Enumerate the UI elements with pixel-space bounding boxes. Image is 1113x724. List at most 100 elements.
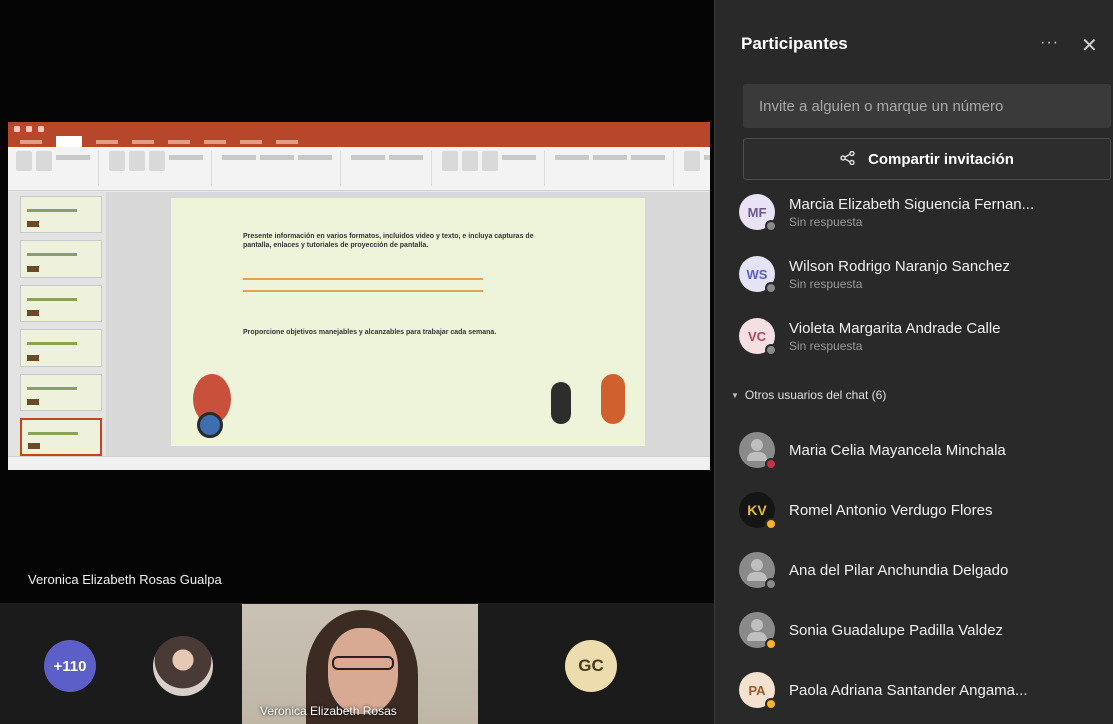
chat-user-row[interactable]: Ana del Pilar Anchundia Delgado — [739, 542, 1111, 598]
invite-input[interactable] — [759, 97, 1095, 115]
participant-name: Romel Antonio Verdugo Flores — [789, 501, 993, 519]
slide-thumbnail — [20, 284, 102, 323]
chat-user-row[interactable]: Sonia Guadalupe Padilla Valdez — [739, 602, 1111, 658]
slide-thumbnail-selected — [20, 418, 102, 457]
slide-canvas: Presente información en varios formatos,… — [106, 192, 710, 456]
slide-thumbnail — [20, 373, 102, 412]
status-indicator — [765, 638, 777, 650]
participant-name: Maria Celia Mayancela Minchala — [789, 441, 1006, 459]
participant-avatar[interactable] — [153, 636, 213, 696]
participant-info: Violeta Margarita Andrade Calle Sin resp… — [789, 320, 1001, 353]
avatar: WS — [739, 256, 777, 294]
participant-info: Ana del Pilar Anchundia Delgado — [789, 562, 1008, 579]
participant-name: Violeta Margarita Andrade Calle — [789, 319, 1001, 337]
avatar-initials: MF — [747, 204, 767, 220]
app-icon — [14, 126, 20, 132]
participant-info: Maria Celia Mayancela Minchala — [789, 442, 1006, 459]
presenter-name-label: Veronica Elizabeth Rosas Gualpa — [28, 572, 222, 587]
powerpoint-statusbar — [8, 456, 710, 470]
ribbon-tab — [20, 140, 42, 144]
section-label: Otros usuarios del chat (6) — [744, 388, 887, 402]
chevron-down-icon: ▼ — [731, 390, 739, 400]
avatar-initials: PA — [748, 682, 766, 698]
more-participants-badge[interactable]: +110 — [44, 640, 96, 692]
participant-initials-badge[interactable]: GC — [565, 640, 617, 692]
avatar-initials: KV — [747, 502, 767, 518]
ribbon-tabs — [8, 136, 710, 147]
video-person-face — [328, 628, 398, 714]
avatar: KV — [739, 492, 777, 530]
ribbon-tab — [168, 140, 190, 144]
participant-name: Sonia Guadalupe Padilla Valdez — [789, 621, 1004, 639]
ribbon-tab — [276, 140, 298, 144]
ribbon-tab-active — [56, 136, 82, 147]
ribbon-tab — [240, 140, 262, 144]
participant-info: Wilson Rodrigo Naranjo Sanchez Sin respu… — [789, 258, 1010, 291]
slide-thumbnail — [20, 196, 102, 234]
ribbon-group — [442, 151, 545, 186]
shared-screen: Presente información en varios formatos,… — [8, 122, 710, 470]
kid-illustration-right — [601, 374, 625, 424]
participant-name: Paola Adriana Santander Angama... — [789, 681, 1028, 699]
status-indicator — [765, 344, 777, 356]
powerpoint-titlebar — [8, 122, 710, 136]
ribbon-tab — [96, 140, 118, 144]
avatar — [739, 612, 777, 650]
ribbon-tab — [204, 140, 226, 144]
participant-name: Wilson Rodrigo Naranjo Sanchez — [789, 257, 1010, 275]
participant-name: Marcia Elizabeth Siguencia Fernan... — [789, 195, 1035, 213]
chat-user-row[interactable]: PA Paola Adriana Santander Angama... — [739, 662, 1111, 718]
status-indicator — [765, 282, 777, 294]
status-indicator — [765, 458, 777, 470]
slide-thumbnail — [20, 329, 102, 367]
ribbon-group — [351, 151, 432, 186]
ribbon-group — [109, 151, 212, 186]
participant-row[interactable]: WS Wilson Rodrigo Naranjo Sanchez Sin re… — [739, 246, 1111, 302]
video-person-glasses — [332, 656, 394, 670]
save-icon — [26, 126, 32, 132]
slide-bullet-2: Proporcione objetivos manejables y alcan… — [243, 329, 497, 336]
share-icon — [840, 150, 856, 168]
participant-status: Sin respuesta — [789, 338, 863, 353]
share-invitation-button[interactable]: Compartir invitación — [743, 138, 1111, 180]
status-indicator — [765, 578, 777, 590]
wheel-illustration — [197, 412, 223, 438]
share-invitation-label: Compartir invitación — [868, 150, 1014, 168]
avatar: VC — [739, 318, 777, 356]
status-indicator — [765, 220, 777, 232]
avatar: MF — [739, 194, 777, 232]
participant-info: Romel Antonio Verdugo Flores — [789, 502, 992, 519]
undo-icon — [38, 126, 44, 132]
chat-user-row[interactable]: Maria Celia Mayancela Minchala — [739, 422, 1111, 478]
close-icon[interactable]: ✕ — [1081, 33, 1098, 58]
status-indicator — [765, 698, 777, 710]
slide-bullet-1: Presente información en varios formatos,… — [243, 233, 534, 249]
more-options-icon[interactable]: ··· — [1040, 34, 1059, 52]
participant-status: Sin respuesta — [789, 214, 863, 229]
slide-link — [243, 278, 483, 292]
chat-user-row[interactable]: KV Romel Antonio Verdugo Flores — [739, 482, 1111, 538]
slide-thumbnail — [20, 240, 102, 278]
participant-name: Ana del Pilar Anchundia Delgado — [789, 561, 1009, 579]
participant-info: Sonia Guadalupe Padilla Valdez — [789, 622, 1003, 639]
avatar — [739, 432, 777, 470]
video-tile-name: Veronica Elizabeth Rosas — [260, 704, 397, 718]
ribbon-group — [16, 151, 99, 186]
invite-field[interactable] — [743, 84, 1111, 128]
avatar-initials: VC — [747, 328, 767, 344]
kid-illustration-left — [551, 382, 571, 424]
avatar: PA — [739, 672, 777, 710]
avatar — [739, 552, 777, 590]
ribbon-group — [222, 151, 341, 186]
participant-video-tile[interactable]: Veronica Elizabeth Rosas — [242, 604, 478, 724]
avatar-initials: WS — [746, 266, 768, 282]
chat-users-section-header[interactable]: ▼ Otros usuarios del chat (6) — [731, 388, 886, 402]
participant-row[interactable]: MF Marcia Elizabeth Siguencia Fernan... … — [739, 184, 1111, 240]
panel-title: Participantes — [741, 34, 848, 53]
powerpoint-workspace: Presente información en varios formatos,… — [8, 192, 710, 457]
status-indicator — [765, 518, 777, 530]
participants-panel: Participantes ··· ✕ Compartir invitación… — [714, 0, 1113, 724]
ribbon — [8, 147, 710, 191]
participant-info: Marcia Elizabeth Siguencia Fernan... Sin… — [789, 196, 1034, 229]
participant-row[interactable]: VC Violeta Margarita Andrade Calle Sin r… — [739, 308, 1111, 364]
